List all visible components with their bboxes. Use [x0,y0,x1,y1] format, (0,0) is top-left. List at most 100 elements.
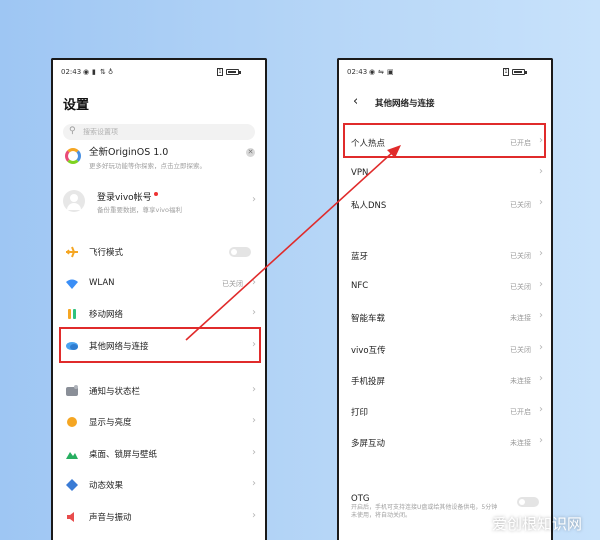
chevron-right-icon: › [252,415,256,426]
chevron-right-icon: › [252,384,256,395]
setting-car-connect[interactable]: 智能车载 未连接 › [339,305,551,331]
page-title: 设置 [63,98,90,113]
chevron-right-icon: › [252,447,256,458]
status-bar: 02:43 ◉ ▮ ⇅ ♁ 1 [61,68,257,78]
setting-label: 多屏互动 [351,439,386,449]
setting-value: 已关闭 [510,283,531,291]
sound-icon [67,512,74,522]
setting-dynamic-effects[interactable]: 动态效果 › [53,471,265,499]
close-icon[interactable]: ✕ [246,148,255,157]
otg-description: 开启后，手机可支持连接U盘或给其他设备供电，5分钟未使用，将自动关闭。 [351,504,498,519]
status-time: 02:43 [347,68,368,76]
signal-icon: ▮ [92,68,96,76]
setting-label: 通知与状态栏 [89,387,141,397]
chevron-right-icon: › [539,342,543,353]
setting-label: NFC [351,281,369,291]
setting-private-dns[interactable]: 私人DNS 已关闭 › [339,192,551,218]
page-title: 其他网络与连接 [375,99,435,109]
setting-value: 未连接 [510,314,531,322]
eye-icon: ◉ [369,68,376,76]
highlight-box-other-networks [59,327,261,363]
update-title: 全新OriginOS 1.0 [89,147,169,158]
cellular-icon [68,309,76,319]
setting-label: 移动网络 [89,310,124,320]
dynamic-effect-icon [66,479,78,491]
setting-wlan[interactable]: WLAN 已关闭 › [53,270,265,298]
setting-print[interactable]: 打印 已开启 › [339,399,551,425]
left-phone-screen: 02:43 ◉ ▮ ⇅ ♁ 1 设置 ⚲ 搜索设置项 全新OriginOS 1.… [51,58,267,540]
chevron-right-icon: › [539,248,543,259]
watermark: 爱创根知识网 [491,515,582,533]
origin-os-icon [65,148,81,164]
setting-value: 已关闭 [510,201,531,209]
wallpaper-icon [66,452,78,459]
setting-mobile-network[interactable]: 移动网络 › [53,300,265,328]
setting-label: 私人DNS [351,201,387,211]
setting-label: 声音与振动 [89,513,132,523]
notification-icon [66,385,78,396]
setting-notifications[interactable]: 通知与状态栏 › [53,377,265,405]
chevron-right-icon: › [252,307,256,318]
battery-icon [512,69,525,75]
status-time: 02:43 [61,68,82,76]
setting-label: WLAN [89,278,115,288]
chevron-right-icon: › [539,435,543,446]
setting-multi-screen[interactable]: 多屏互动 未连接 › [339,430,551,456]
setting-value: 未连接 [510,377,531,385]
chevron-right-icon: › [252,478,256,489]
setting-wallpaper[interactable]: 桌面、锁屏与壁纸 › [53,440,265,468]
back-arrow-icon[interactable]: ‹ [353,94,358,109]
data-icon: ▣ [387,68,394,76]
airplane-mode-toggle[interactable] [229,247,251,257]
chevron-right-icon: › [539,373,543,384]
location-icon: ♁ [108,68,114,76]
setting-sound[interactable]: 声音与振动 › [53,503,265,531]
search-placeholder: 搜索设置项 [83,128,118,136]
data-icon: ⇅ [100,68,106,76]
setting-label: vivo互传 [351,346,386,356]
setting-value: 已关闭 [510,346,531,354]
sim-icon: 1 [503,68,509,76]
system-update-banner[interactable]: 全新OriginOS 1.0 更多好玩功能等你探索，点击立即探索。 ✕ [53,144,265,178]
setting-value: 未连接 [510,439,531,447]
setting-label: 蓝牙 [351,252,369,262]
setting-label: 打印 [351,408,369,418]
setting-value: 已关闭 [222,280,243,288]
setting-vivo-share[interactable]: vivo互传 已关闭 › [339,337,551,363]
chevron-right-icon: › [539,404,543,415]
setting-label: 智能车载 [351,314,386,324]
setting-label: 动态效果 [89,481,124,491]
setting-label: 显示与亮度 [89,418,132,428]
highlight-box-hotspot [343,123,546,158]
setting-label: VPN [351,168,369,178]
search-icon: ⚲ [69,126,76,136]
setting-vpn[interactable]: VPN › [339,161,551,187]
setting-value: 已关闭 [510,252,531,260]
setting-label: 桌面、锁屏与壁纸 [89,450,158,460]
signal-icon: ⇋ [378,68,384,76]
chevron-right-icon: › [539,166,543,177]
chevron-right-icon: › [539,310,543,321]
search-bar[interactable]: ⚲ 搜索设置项 [63,124,255,140]
account-name: 登录vivo帐号 [97,193,152,203]
setting-screen-cast[interactable]: 手机投屏 未连接 › [339,368,551,394]
setting-display[interactable]: 显示与亮度 › [53,408,265,436]
setting-airplane-mode[interactable]: 飞行模式 [53,238,265,266]
update-subtitle: 更多好玩功能等你探索，点击立即探索。 [89,162,206,170]
chevron-right-icon: › [252,510,256,521]
wifi-icon [66,279,78,289]
account-subtitle: 备份重要数据，尊享vivo福利 [97,206,182,214]
setting-nfc[interactable]: NFC 已关闭 › [339,274,551,300]
airplane-icon [66,246,78,258]
notification-dot [153,192,158,196]
account-row[interactable]: 登录vivo帐号 备份重要数据，尊享vivo福利 › [53,186,265,226]
chevron-right-icon: › [539,197,543,208]
setting-bluetooth[interactable]: 蓝牙 已关闭 › [339,243,551,269]
brightness-icon [67,417,77,427]
setting-value: 已开启 [510,408,531,416]
chevron-right-icon: › [252,194,256,205]
chevron-right-icon: › [539,279,543,290]
setting-label: 飞行模式 [89,248,124,258]
otg-toggle[interactable] [517,497,539,507]
battery-icon [226,69,239,75]
